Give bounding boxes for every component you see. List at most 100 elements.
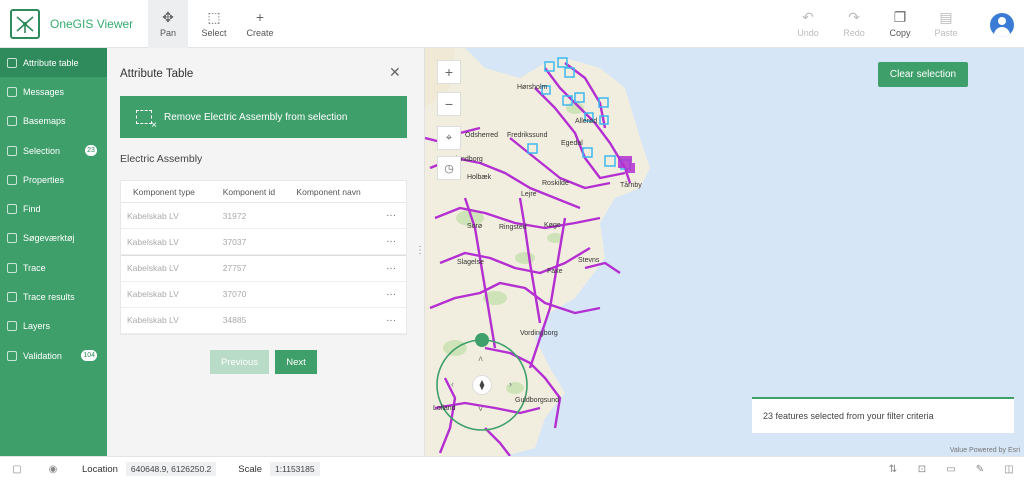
table-row[interactable]: Kabelskab LV 27757 ··· [121,255,406,282]
status-bar: ▢ ◉ Location 640648.9, 6126250.2 Scale 1… [0,456,1024,481]
map-attribution[interactable]: Value Powered by Esri [950,447,1020,454]
sidebar-item-find[interactable]: Find [0,194,107,223]
map-place-label: Roskilde [542,180,569,187]
pan-label: Pan [159,27,176,38]
pan-right-icon[interactable]: › [509,379,512,389]
column-header[interactable]: Komponent type [121,187,213,197]
plus-icon: + [444,64,454,80]
cell-type: Kabelskab LV [127,315,179,326]
map-place-label: Odsherred [465,132,499,139]
map-view[interactable]: Hørsholm Fredrikssund Egedal Allerød Hol… [425,48,1024,456]
filter-icon[interactable]: ⇅ [886,462,900,476]
clear-selection-button[interactable]: Clear selection [878,62,968,87]
table-row[interactable]: Kabelskab LV 37070 ··· [121,282,406,308]
edit-icon[interactable]: ✎ [973,462,987,476]
panel-title: Attribute Table [120,68,194,80]
copy-button[interactable]: ❐ Copy [880,0,920,48]
cell-type: Kabelskab LV [127,210,179,221]
undo-label: Undo [797,28,819,38]
document-icon[interactable]: ▢ [10,462,24,476]
map-place-label: Hørsholm [517,84,548,91]
user-avatar[interactable] [990,13,1014,37]
sidebar-item-selection[interactable]: Selection 23 [0,136,107,165]
sidebar-item-trace[interactable]: Trace [0,253,107,282]
remove-from-selection-button[interactable]: Remove Electric Assembly from selection [120,96,407,138]
cell-type: Kabelskab LV [127,289,179,300]
sidebar-item-search-tool[interactable]: Søgeværktøj [0,224,107,253]
cell-type: Kabelskab LV [127,236,179,247]
redo-button[interactable]: ↷ Redo [834,0,874,48]
sidebar-item-attribute-table[interactable]: Attribute table [0,48,107,78]
row-menu-icon[interactable]: ··· [386,236,406,247]
grid-icon[interactable]: ▭ [944,462,958,476]
compass-icon[interactable]: ⧫ [472,375,492,395]
sidebar: Attribute table Messages Basemaps Select… [0,48,107,456]
select-label: Select [201,27,227,38]
select-tool-button[interactable]: ⬚ Select [194,0,234,48]
map-place-label: Stevns [578,257,600,264]
pan-down-icon[interactable]: ˅ [478,404,483,414]
trace-icon [7,262,17,273]
cell-id: 31972 [222,210,247,221]
remove-selection-icon [136,110,157,131]
sidebar-item-validation[interactable]: Validation 104 [0,341,107,370]
create-tool-button[interactable]: + Create [240,0,280,48]
sidebar-item-label: Selection [23,145,61,156]
close-icon[interactable]: ✕ [389,64,401,81]
remove-from-selection-label: Remove Electric Assembly from selection [164,111,348,123]
search-tool-icon [7,233,17,244]
column-header[interactable]: Komponent id [213,187,297,197]
sidebar-item-trace-results[interactable]: Trace results [0,282,107,311]
table-row[interactable]: Kabelskab LV 37037 ··· [121,229,406,256]
minus-icon: − [444,96,454,112]
map-place-label: Ringsted [499,224,527,231]
zoom-in-button[interactable]: + [437,60,461,84]
paste-button[interactable]: ▤ Paste [926,0,966,48]
copy-label: Copy [889,28,911,38]
selection-notification: 23 features selected from your filter cr… [752,397,1014,433]
network-logo-icon [16,15,34,33]
sidebar-item-basemaps[interactable]: Basemaps [0,107,107,136]
attribute-table: Komponent type Komponent id Komponent na… [120,180,407,335]
sidebar-item-label: Attribute table [23,57,79,68]
message-icon [7,86,17,97]
table-header: Komponent type Komponent id Komponent na… [121,181,406,203]
map-place-label: Køge [544,222,561,229]
history-button[interactable]: ◷ [437,156,461,180]
sidebar-item-messages[interactable]: Messages [0,77,107,106]
table-row[interactable]: Kabelskab LV 34885 ··· [121,308,406,334]
undo-button[interactable]: ↶ Undo [788,0,828,48]
measure-icon[interactable]: ⊡ [915,462,929,476]
zoom-out-button[interactable]: − [437,92,461,116]
select-icon: ⬚ [207,8,221,25]
panel-toggle-icon[interactable]: ◫ [1002,462,1016,476]
redo-label: Redo [843,28,865,38]
map-place-label: Fredrikssund [507,132,548,139]
locate-button[interactable]: ⌖ [437,126,461,150]
row-menu-icon[interactable]: ··· [386,210,406,221]
edit-tools: ↶ Undo ↷ Redo ❐ Copy ▤ Paste [788,0,972,48]
search-icon [7,204,17,215]
row-menu-icon[interactable]: ··· [386,315,406,326]
panel-resize-handle[interactable]: ⋮ [415,245,425,256]
properties-icon [7,174,17,185]
pan-tool-button[interactable]: ✥ Pan [148,0,188,48]
previous-button[interactable]: Previous [210,350,269,374]
sidebar-item-layers[interactable]: Layers [0,312,107,341]
pan-up-icon[interactable]: ˄ [478,354,483,364]
table-row[interactable]: Kabelskab LV 31972 ··· [121,203,406,230]
map-place-label: Holbæk [467,174,492,181]
crosshair-icon: ⌖ [445,131,453,144]
row-menu-icon[interactable]: ··· [386,263,406,274]
row-menu-icon[interactable]: ··· [386,289,406,300]
selection-count-badge: 23 [85,144,97,156]
sidebar-item-properties[interactable]: Properties [0,165,107,194]
column-header[interactable]: Komponent navn [296,187,386,197]
app-title: OneGIS Viewer [50,16,134,31]
compass-status-icon[interactable]: ◉ [46,462,60,476]
pan-left-icon[interactable]: ‹ [451,379,454,389]
cell-id: 34885 [222,315,247,326]
section-title: Electric Assembly [120,153,203,165]
next-button[interactable]: Next [275,350,317,374]
map-canvas [425,48,650,456]
